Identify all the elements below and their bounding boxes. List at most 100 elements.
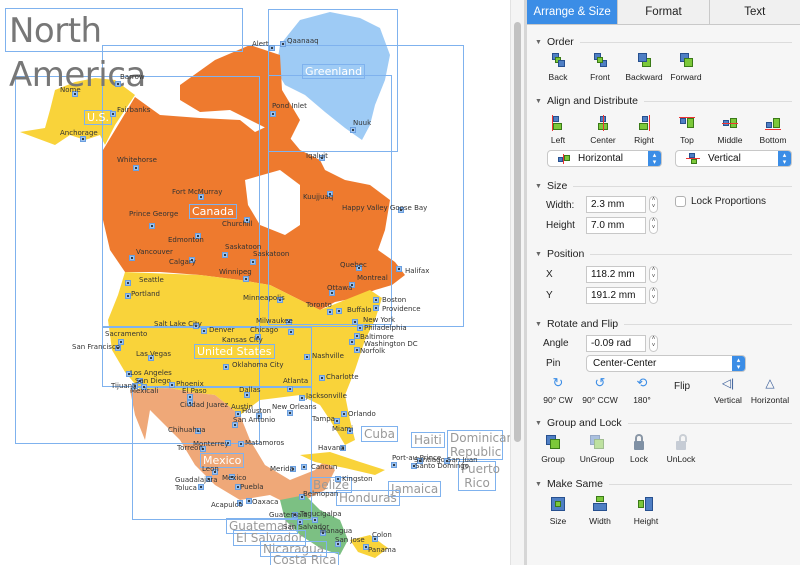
city-marker-icon[interactable] — [280, 41, 286, 47]
align-center-button[interactable]: Center — [580, 115, 626, 145]
city-label[interactable]: San Jose — [335, 536, 365, 544]
city-label[interactable]: New Orleans — [272, 403, 317, 411]
city-marker-icon[interactable] — [125, 280, 131, 286]
flip-vertical-button[interactable]: ◁| Vertical — [705, 375, 751, 405]
city-label[interactable]: New York — [363, 316, 395, 324]
width-stepper[interactable]: ˄ ˅ — [649, 196, 658, 213]
city-label[interactable]: Miami — [332, 425, 353, 433]
city-label[interactable]: Happy Valley Goose Bay — [342, 204, 427, 212]
section-make-same[interactable]: ▼ Make Same — [535, 478, 792, 490]
same-height-button[interactable]: Height — [623, 496, 669, 526]
city-label[interactable]: Las Vegas — [136, 350, 171, 358]
front-button[interactable]: Front — [577, 52, 623, 82]
country-label-greenland[interactable]: Greenland — [302, 64, 366, 79]
city-marker-icon[interactable] — [391, 462, 397, 468]
city-label[interactable]: Jacksonville — [306, 392, 347, 400]
width-field[interactable]: 2.3 mm — [586, 196, 646, 213]
city-marker-icon[interactable] — [222, 252, 228, 258]
city-label[interactable]: Norfolk — [360, 347, 385, 355]
section-rotate-flip[interactable]: ▼ Rotate and Flip — [535, 318, 792, 330]
city-marker-icon[interactable] — [149, 223, 155, 229]
tab-arrange-size[interactable]: Arrange & Size — [527, 0, 618, 24]
city-marker-icon[interactable] — [396, 266, 402, 272]
section-group-lock[interactable]: ▼ Group and Lock — [535, 417, 792, 429]
tab-text[interactable]: Text — [708, 0, 800, 24]
country-label-united-states[interactable]: United States — [194, 344, 275, 359]
city-label[interactable]: Halifax — [405, 267, 429, 275]
same-size-button[interactable]: Size — [535, 496, 581, 526]
city-label[interactable]: Mexicali — [130, 387, 158, 395]
city-marker-icon[interactable] — [299, 395, 305, 401]
city-label[interactable]: Acapulco — [211, 501, 243, 509]
y-stepper[interactable]: ˄ ˅ — [649, 287, 658, 304]
align-middle-button[interactable]: Middle — [707, 115, 753, 145]
city-label[interactable]: Vancouver — [136, 248, 173, 256]
city-label[interactable]: Buffalo — [347, 306, 372, 314]
city-marker-icon[interactable] — [319, 375, 325, 381]
align-right-button[interactable]: Right — [621, 115, 667, 145]
backward-button[interactable]: Backward — [621, 52, 667, 82]
city-label[interactable]: Oklahoma City — [232, 361, 284, 369]
city-label[interactable]: Montreal — [357, 274, 388, 282]
city-label[interactable]: Providence — [382, 305, 421, 313]
city-marker-icon[interactable] — [373, 305, 379, 311]
city-label[interactable]: Guadalajara — [175, 476, 218, 484]
city-label[interactable]: Puebla — [240, 483, 264, 491]
city-label[interactable]: Ottawa — [327, 284, 352, 292]
section-order[interactable]: ▼ Order — [535, 36, 792, 48]
section-position[interactable]: ▼ Position — [535, 248, 792, 260]
city-label[interactable]: Toluca — [175, 484, 197, 492]
align-top-button[interactable]: Top — [664, 115, 710, 145]
city-marker-icon[interactable] — [341, 411, 347, 417]
city-label[interactable]: Houston — [242, 407, 271, 415]
vertical-scrollbar[interactable] — [510, 0, 524, 565]
city-label[interactable]: San Juan — [447, 456, 478, 464]
city-label[interactable]: Los Angeles — [130, 369, 172, 377]
city-label[interactable]: Iqaluit — [306, 152, 328, 160]
city-label[interactable]: Philadelphia — [364, 324, 407, 332]
flip-horizontal-button[interactable]: △ Horizontal — [747, 375, 793, 405]
city-marker-icon[interactable] — [110, 111, 116, 117]
country-label-haiti[interactable]: Haiti — [411, 432, 445, 448]
city-label[interactable]: Boston — [382, 296, 406, 304]
city-label[interactable]: Torreon — [177, 444, 203, 452]
rotate-90-ccw-button[interactable]: ↺ 90° CCW — [577, 375, 623, 405]
city-label[interactable]: Colon — [372, 531, 392, 539]
city-label[interactable]: Denver — [209, 326, 234, 334]
y-position-field[interactable]: 191.2 mm — [586, 287, 646, 304]
city-label[interactable]: Milwaukee — [256, 317, 293, 325]
unlock-button[interactable]: UnLock — [658, 434, 704, 464]
lock-proportions-checkbox[interactable] — [675, 196, 686, 207]
city-marker-icon[interactable] — [115, 81, 121, 87]
city-marker-icon[interactable] — [198, 484, 204, 490]
city-label[interactable]: Nashville — [312, 352, 344, 360]
city-label[interactable]: Nome — [60, 86, 81, 94]
city-marker-icon[interactable] — [223, 364, 229, 370]
city-label[interactable]: Qaanaaq — [287, 37, 319, 45]
city-marker-icon[interactable] — [243, 276, 249, 282]
city-label[interactable]: Cancun — [311, 463, 337, 471]
city-label[interactable]: Alert — [252, 40, 269, 48]
country-label-cuba[interactable]: Cuba — [361, 426, 398, 442]
city-marker-icon[interactable] — [269, 45, 275, 51]
city-marker-icon[interactable] — [304, 354, 310, 360]
city-label[interactable]: Toronto — [306, 301, 332, 309]
city-label[interactable]: Winnipeg — [219, 268, 252, 276]
city-label[interactable]: Prince George — [129, 210, 178, 218]
city-label[interactable]: Sacramento — [105, 330, 147, 338]
city-marker-icon[interactable] — [238, 441, 244, 447]
country-label-costa-rica[interactable]: Costa Rica — [270, 552, 340, 565]
same-width-button[interactable]: Width — [577, 496, 623, 526]
city-marker-icon[interactable] — [350, 127, 356, 133]
align-bottom-button[interactable]: Bottom — [750, 115, 796, 145]
city-label[interactable]: Seattle — [139, 276, 164, 284]
city-label[interactable]: Merida — [270, 465, 294, 473]
city-label[interactable]: Whitehorse — [117, 156, 157, 164]
city-marker-icon[interactable] — [327, 309, 333, 315]
height-stepper[interactable]: ˄ ˅ — [649, 217, 658, 234]
country-label-canada[interactable]: Canada — [189, 204, 237, 219]
section-size[interactable]: ▼ Size — [535, 180, 792, 192]
city-label[interactable]: Orlando — [348, 410, 376, 418]
city-label[interactable]: Panama — [368, 546, 396, 554]
city-label[interactable]: Chicago — [250, 326, 278, 334]
